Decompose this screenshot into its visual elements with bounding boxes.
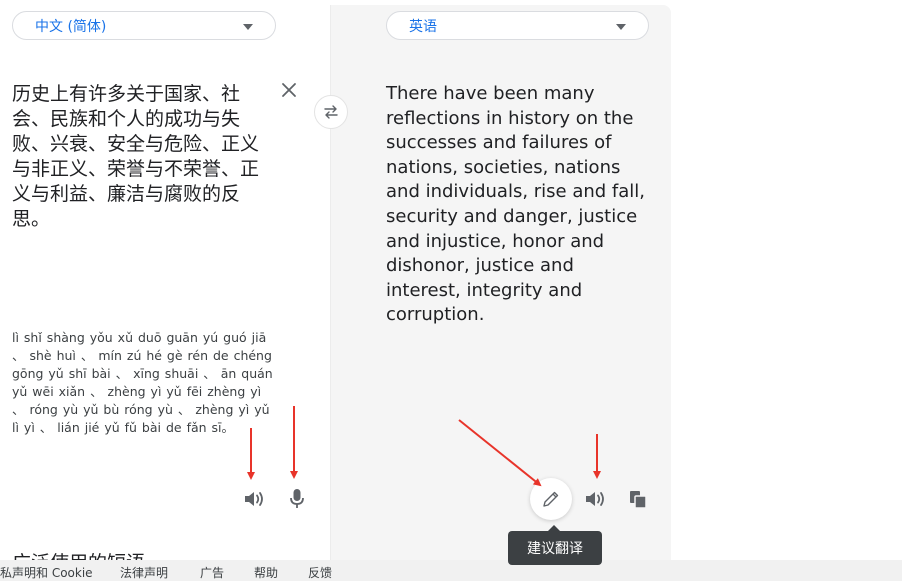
translation-output: There have been many reflections in hist… [386, 83, 646, 326]
source-language-label: 中文 (简体) [35, 18, 107, 35]
footer-link-help[interactable]: 帮助 [254, 564, 278, 581]
chevron-down-icon [243, 24, 253, 30]
target-language-label: 英语 [409, 18, 437, 35]
speaker-icon [586, 492, 604, 506]
pencil-icon [543, 491, 559, 507]
target-speaker-button[interactable] [582, 485, 610, 513]
panel-divider [330, 5, 331, 560]
footer-link-privacy[interactable]: 私声明和 Cookie [0, 564, 93, 581]
suggest-translation-button[interactable] [530, 478, 572, 520]
target-language-select[interactable]: 英语 [386, 11, 649, 40]
copy-icon [630, 491, 647, 509]
chevron-down-icon [616, 24, 626, 30]
source-mic-button[interactable] [283, 485, 311, 513]
footer: 私声明和 Cookie 法律声明 广告 帮助 反馈 [0, 560, 902, 581]
source-pinyin: lì shǐ shàng yǒu xǔ duō guān yú guó jiā … [12, 330, 273, 435]
copy-translation-button[interactable] [624, 485, 652, 513]
source-speaker-button[interactable] [241, 485, 269, 513]
speaker-icon [245, 492, 263, 506]
close-icon[interactable] [278, 79, 300, 101]
microphone-icon [290, 489, 304, 508]
suggest-translation-tooltip: 建议翻译 [508, 531, 602, 565]
footer-link-feedback[interactable]: 反馈 [308, 564, 332, 581]
footer-link-ads[interactable]: 广告 [200, 564, 224, 581]
source-language-select[interactable]: 中文 (简体) [12, 11, 276, 40]
swap-icon [324, 105, 338, 119]
source-text-input[interactable]: 历史上有许多关于国家、社会、民族和个人的成功与失败、兴衰、安全与危险、正义与非正… [12, 82, 264, 232]
swap-languages-button[interactable] [314, 95, 348, 129]
footer-link-legal[interactable]: 法律声明 [120, 564, 168, 581]
